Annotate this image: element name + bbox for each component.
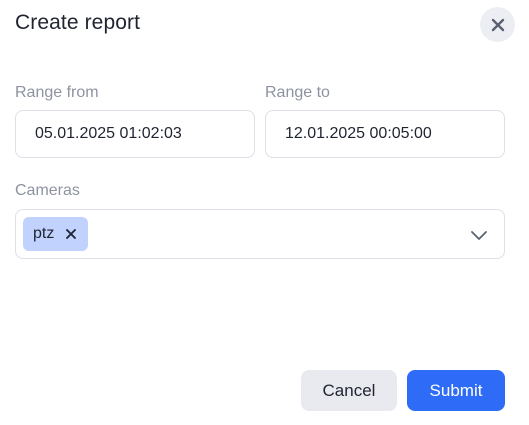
- range-to-label: Range to: [265, 84, 330, 101]
- range-from-value: 05.01.2025 01:02:03: [35, 125, 182, 142]
- submit-button[interactable]: Submit: [407, 370, 505, 411]
- camera-chip-label: ptz: [33, 225, 55, 242]
- close-button[interactable]: [480, 7, 515, 42]
- chevron-down-icon[interactable]: [470, 226, 488, 244]
- cameras-select[interactable]: ptz: [15, 209, 505, 259]
- range-from-input[interactable]: 05.01.2025 01:02:03: [15, 110, 255, 158]
- range-from-label: Range from: [15, 84, 99, 101]
- cameras-label: Cameras: [15, 182, 80, 199]
- close-icon: [490, 17, 506, 33]
- range-to-value: 12.01.2025 00:05:00: [285, 125, 432, 142]
- range-to-input[interactable]: 12.01.2025 00:05:00: [265, 110, 505, 158]
- remove-chip-icon[interactable]: [64, 227, 78, 241]
- camera-chip: ptz: [23, 217, 89, 251]
- cancel-button[interactable]: Cancel: [301, 370, 397, 411]
- dialog-title: Create report: [15, 11, 141, 34]
- create-report-dialog: Create report Range from 05.01.2025 01:0…: [0, 0, 529, 425]
